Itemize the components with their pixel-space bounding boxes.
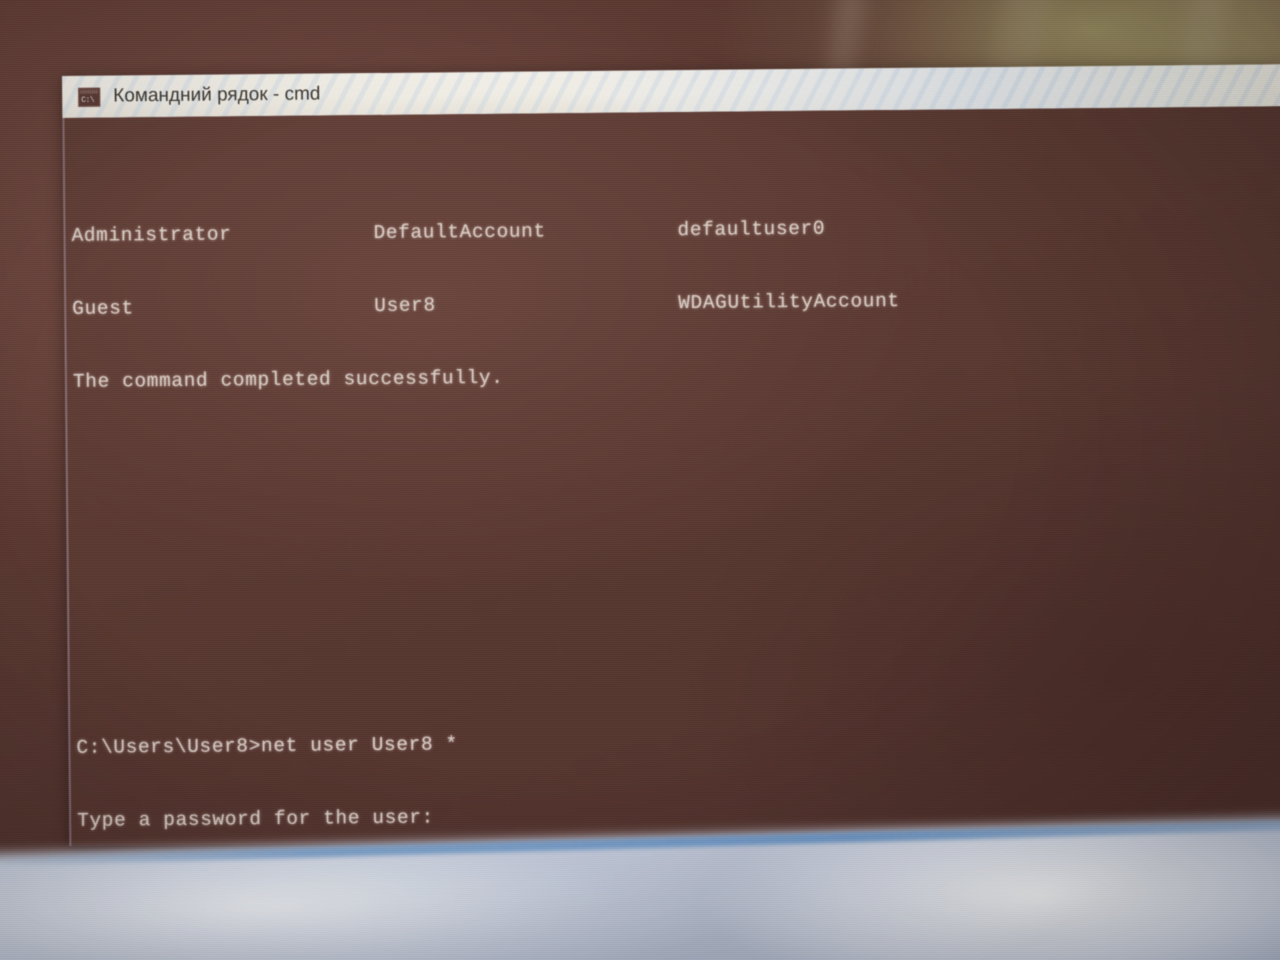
user-name: DefaultAccount <box>373 219 546 244</box>
command-line: C:\Users\User8>net user User8 * <box>76 724 1280 760</box>
user-name: Guest <box>72 297 134 320</box>
user-name: defaultuser0 <box>677 217 826 241</box>
cmd-icon: C:\ <box>78 87 101 107</box>
user-name: WDAGUtilityAccount <box>678 289 900 314</box>
window-title: Командний рядок - cmd <box>113 83 321 107</box>
prompt: C:\Users\User8> <box>76 735 262 759</box>
command-text: net user User8 * <box>260 733 458 758</box>
console-output-area[interactable]: Administrator DefaultAccount defaultuser0 … <box>62 106 1280 846</box>
terminal-text: Administrator DefaultAccount defaultuser0 … <box>70 114 1280 846</box>
user-list-row: Guest User8 WDAGUtilityAccount <box>72 285 1280 321</box>
command-status-line: The command completed successfully. <box>72 366 504 393</box>
cmd-icon-glyph: C:\ <box>81 95 95 105</box>
user-name: User8 <box>374 294 436 317</box>
command-prompt-window[interactable]: C:\ Командний рядок - cmd Administrator D… <box>62 64 1280 846</box>
user-list-row: Administrator DefaultAccount defaultuser0 <box>71 212 1280 248</box>
user-name: Administrator <box>71 223 232 247</box>
monitor-photo: C:\ Командний рядок - cmd Administrator D… <box>0 0 1280 960</box>
